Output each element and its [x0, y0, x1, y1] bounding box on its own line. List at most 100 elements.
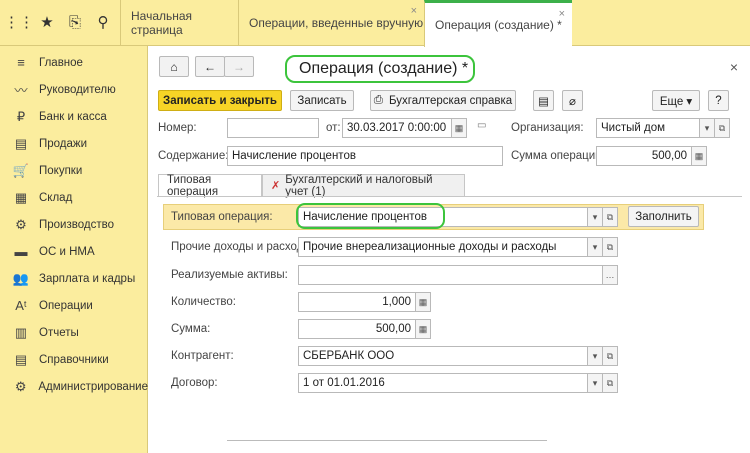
ellipsis-icon: …	[605, 270, 615, 280]
sidebar-item-label: Производство	[39, 218, 114, 231]
warehouse-icon: ▦	[14, 189, 28, 205]
document-button[interactable]: ▤	[533, 90, 554, 111]
fill-button[interactable]: Заполнить	[628, 206, 699, 227]
open-icon: ⧉	[606, 350, 614, 361]
typical-operation-dropdown-button[interactable]: ▾	[587, 207, 603, 227]
tab-manual-operations[interactable]: Операции, введенные вручную ×	[238, 0, 424, 46]
history-icon[interactable]: ⎘	[64, 11, 86, 33]
sidebar-item-directories[interactable]: ▤ Справочники	[0, 346, 148, 373]
sidebar-item-label: Справочники	[39, 353, 109, 366]
chevron-down-icon: ▾	[592, 377, 598, 388]
contract-open-button[interactable]: ⧉	[602, 373, 618, 393]
status-icon: ▭	[477, 120, 487, 131]
counterparty-open-button[interactable]: ⧉	[602, 346, 618, 366]
typical-operation-field[interactable]: Начисление процентов	[298, 207, 588, 227]
chevron-down-icon: ▾	[592, 241, 598, 252]
search-icon[interactable]: ⚲	[92, 11, 114, 33]
content-field[interactable]: Начисление процентов	[227, 146, 503, 166]
chevron-down-icon: ▾	[592, 350, 598, 361]
amount-calculator-button[interactable]: ▦	[415, 319, 431, 339]
close-icon[interactable]: ×	[559, 8, 565, 20]
organization-open-button[interactable]: ⧉	[714, 118, 730, 138]
amount-field[interactable]: 500,00	[298, 319, 416, 339]
arrow-right-icon: →	[233, 59, 245, 74]
sidebar: ≡ Главное 〰 Руководителю ₽ Банк и касса ▤ Пр…	[0, 46, 148, 453]
date-field[interactable]: 30.03.2017 0:00:00	[342, 118, 452, 138]
assets-select-button[interactable]: …	[602, 265, 618, 285]
other-income-open-button[interactable]: ⧉	[602, 237, 618, 257]
other-income-dropdown-button[interactable]: ▾	[587, 237, 603, 257]
settings-icon: ⚙	[14, 378, 27, 394]
sum-field[interactable]: 500,00	[596, 146, 692, 166]
home-button[interactable]: ⌂	[159, 56, 189, 77]
calendar-button[interactable]: ▦	[451, 118, 467, 138]
tab-accounting[interactable]: ✗ Бухгалтерский и налоговый учет (1)	[262, 174, 465, 198]
sidebar-item-label: Руководителю	[39, 83, 116, 96]
chevron-down-icon: ▾	[704, 122, 710, 133]
quantity-field[interactable]: 1,000	[298, 292, 416, 312]
close-icon[interactable]: ×	[411, 5, 417, 17]
organization-dropdown-button[interactable]: ▾	[699, 118, 715, 138]
tab-typical-operation[interactable]: Типовая операция	[158, 174, 262, 198]
other-income-field[interactable]: Прочие внереализационные доходы и расход…	[298, 237, 603, 257]
sidebar-item-label: ОС и НМА	[39, 245, 95, 258]
tab-operation-create[interactable]: Операция (создание) * ×	[424, 0, 572, 47]
sidebar-item-label: Склад	[39, 191, 73, 204]
accounting-report-button[interactable]: ⎙ Бухгалтерская справка	[370, 90, 516, 111]
truck-icon: ▬	[14, 244, 28, 259]
sidebar-item-reports[interactable]: ▥ Отчеты	[0, 319, 148, 346]
forward-button[interactable]: →	[224, 56, 254, 77]
contract-field[interactable]: 1 от 01.01.2016	[298, 373, 588, 393]
sidebar-item-payroll[interactable]: 👥 Зарплата и кадры	[0, 265, 148, 292]
sidebar-item-sales[interactable]: ▤ Продажи	[0, 130, 148, 157]
assets-field[interactable]	[298, 265, 603, 285]
save-button[interactable]: Записать	[290, 90, 354, 111]
save-and-close-button[interactable]: Записать и закрыть	[158, 90, 282, 111]
quantity-calculator-button[interactable]: ▦	[415, 292, 431, 312]
arrow-left-icon: ←	[204, 59, 216, 74]
sidebar-item-bank[interactable]: ₽ Банк и касса	[0, 103, 148, 130]
chevron-down-icon: ▾	[592, 211, 598, 222]
number-field[interactable]	[227, 118, 319, 138]
sidebar-item-purchases[interactable]: 🛒 Покупки	[0, 157, 148, 184]
amount-label: Сумма:	[171, 323, 211, 335]
apps-grid-icon[interactable]: ⋮⋮	[4, 11, 34, 33]
sidebar-item-main[interactable]: ≡ Главное	[0, 49, 148, 76]
calculator-icon: ▦	[694, 150, 704, 161]
home-icon: ⌂	[170, 59, 178, 74]
bottom-divider	[227, 440, 547, 441]
sidebar-item-warehouse[interactable]: ▦ Склад	[0, 184, 148, 211]
calculator-button[interactable]: ▦	[691, 146, 707, 166]
sidebar-item-admin[interactable]: ⚙ Администрирование	[0, 373, 148, 400]
book-icon: ▤	[14, 351, 28, 367]
back-button[interactable]: ←	[195, 56, 225, 77]
people-icon: 👥	[12, 270, 30, 286]
counterparty-dropdown-button[interactable]: ▾	[587, 346, 603, 366]
attachment-button[interactable]: ⌀	[562, 90, 583, 111]
contract-dropdown-button[interactable]: ▾	[587, 373, 603, 393]
bag-icon: ▤	[14, 135, 28, 151]
tab-home[interactable]: Начальная страница	[120, 0, 238, 46]
sidebar-item-operations[interactable]: Aᵗ Операции	[0, 292, 148, 319]
open-icon: ⧉	[606, 241, 614, 252]
help-button[interactable]: ?	[708, 90, 729, 111]
sidebar-item-label: Операции	[39, 299, 93, 312]
calculator-icon: ▦	[418, 323, 428, 334]
sidebar-item-manager[interactable]: 〰 Руководителю	[0, 76, 148, 103]
ruble-icon: ₽	[16, 108, 26, 124]
tab-label: Операции, введенные вручную	[249, 16, 424, 30]
assets-label: Реализуемые активы:	[171, 269, 288, 281]
organization-field[interactable]: Чистый дом	[596, 118, 700, 138]
printer-icon: ⎙	[373, 94, 383, 106]
sidebar-item-fixed-assets[interactable]: ▬ ОС и НМА	[0, 238, 148, 265]
sidebar-item-production[interactable]: ⚙ Производство	[0, 211, 148, 238]
sidebar-item-label: Покупки	[39, 164, 83, 177]
favorites-star-icon[interactable]: ★	[36, 11, 58, 33]
typical-operation-open-button[interactable]: ⧉	[602, 207, 618, 227]
counterparty-field[interactable]: СБЕРБАНК ООО	[298, 346, 588, 366]
tab-panel-divider	[157, 196, 742, 197]
more-button[interactable]: Еще ▾	[652, 90, 700, 111]
sidebar-item-label: Администрирование	[38, 380, 148, 393]
close-icon[interactable]: ×	[730, 59, 738, 75]
contract-label: Договор:	[171, 377, 218, 389]
